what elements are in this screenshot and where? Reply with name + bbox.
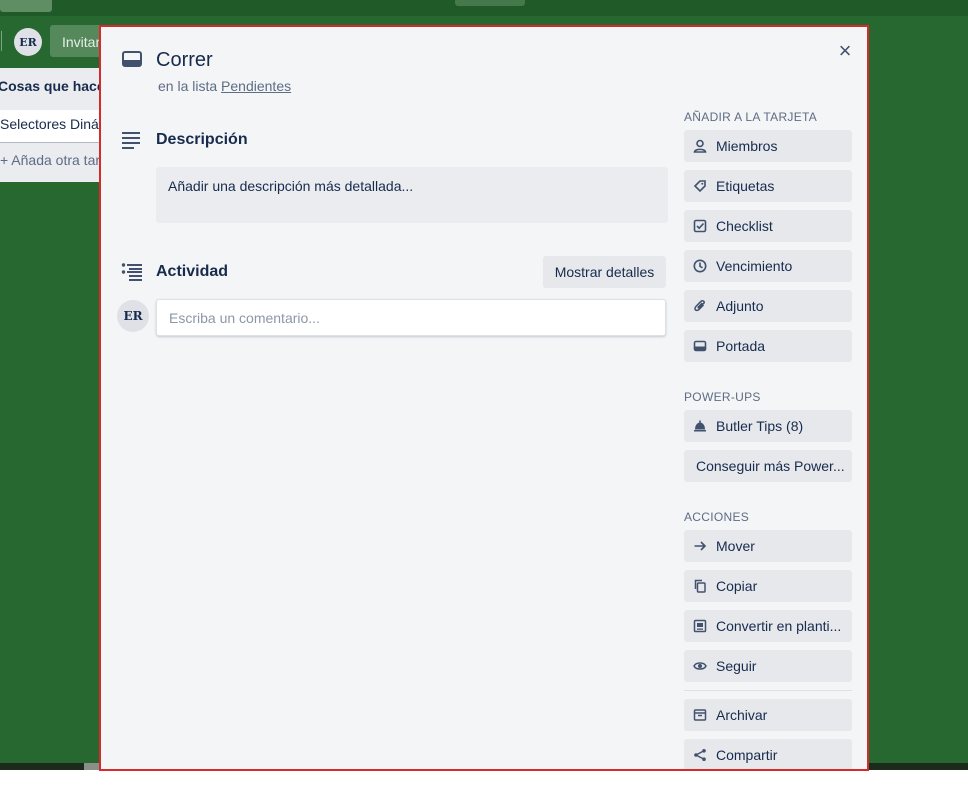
move-label: Mover <box>716 538 755 554</box>
actions-heading: ACCIONES <box>684 510 750 524</box>
search-button[interactable] <box>0 0 52 12</box>
description-heading: Descripción <box>156 131 248 148</box>
get-more-powerups-label: Conseguir más Power... <box>696 458 845 474</box>
share-icon <box>693 748 707 762</box>
checklist-button[interactable]: Checklist <box>684 210 852 242</box>
list-prefix: en la lista <box>158 78 218 94</box>
person-icon <box>693 139 707 153</box>
top-navbar <box>0 0 968 16</box>
tag-icon <box>693 179 707 193</box>
butler-tips-label: Butler Tips (8) <box>716 418 804 434</box>
eye-icon <box>693 659 707 673</box>
template-icon <box>693 619 707 633</box>
due-date-button[interactable]: Vencimiento <box>684 250 852 282</box>
show-details-button[interactable]: Mostrar detalles <box>543 256 666 288</box>
get-more-powerups-button[interactable]: Conseguir más Power... <box>684 450 852 482</box>
add-card-button[interactable]: + Añada otra tarjeta <box>0 152 110 168</box>
attachment-button[interactable]: Adjunto <box>684 290 852 322</box>
arrow-right-icon <box>693 539 707 553</box>
share-button[interactable]: Compartir <box>684 739 852 769</box>
close-button[interactable]: × <box>831 37 859 65</box>
make-template-label: Convertir en planti... <box>716 618 842 634</box>
trello-logo[interactable] <box>455 0 525 6</box>
butler-tips-button[interactable]: Butler Tips (8) <box>684 410 852 442</box>
checklist-label: Checklist <box>716 218 773 234</box>
share-label: Compartir <box>716 747 778 763</box>
board-list: Cosas que hacer Selectores Dinámicos + A… <box>0 68 110 182</box>
header-divider <box>1 31 2 51</box>
archive-label: Archivar <box>716 707 768 723</box>
description-icon <box>122 132 140 149</box>
list-card[interactable]: Selectores Dinámicos <box>0 110 110 142</box>
copy-icon <box>693 579 707 593</box>
comment-input[interactable] <box>156 299 666 336</box>
archive-icon <box>693 708 707 722</box>
list-title[interactable]: Cosas que hacer <box>0 78 110 94</box>
card-list-info: en la lista Pendientes <box>158 78 291 94</box>
checkbox-icon <box>693 219 707 233</box>
avatar[interactable]: ER <box>117 300 149 332</box>
watch-button[interactable]: Seguir <box>684 650 852 682</box>
card-icon <box>122 51 142 67</box>
board-member-avatar[interactable]: ER <box>14 28 42 56</box>
card-title[interactable]: Correr <box>156 49 213 72</box>
card-detail-modal: × Correr en la lista Pendientes Descripc… <box>99 25 869 771</box>
move-button[interactable]: Mover <box>684 530 852 562</box>
powerups-heading: POWER-UPS <box>684 390 761 404</box>
cover-label: Portada <box>716 338 766 354</box>
close-icon: × <box>838 38 852 63</box>
list-name-link[interactable]: Pendientes <box>221 78 291 94</box>
attachment-label: Adjunto <box>716 298 764 314</box>
bell-icon <box>693 419 707 433</box>
cover-button[interactable]: Portada <box>684 330 852 362</box>
paperclip-icon <box>693 299 707 313</box>
clock-icon <box>693 259 707 273</box>
copy-label: Copiar <box>716 578 758 594</box>
labels-label: Etiquetas <box>716 178 775 194</box>
labels-button[interactable]: Etiquetas <box>684 170 852 202</box>
actions-divider <box>684 690 852 691</box>
cover-icon <box>693 339 707 353</box>
activity-icon <box>121 263 142 281</box>
due-date-label: Vencimiento <box>716 258 793 274</box>
members-label: Miembros <box>716 138 778 154</box>
watch-label: Seguir <box>716 658 757 674</box>
members-button[interactable]: Miembros <box>684 130 852 162</box>
copy-button[interactable]: Copiar <box>684 570 852 602</box>
activity-heading: Actividad <box>156 263 229 280</box>
add-to-card-heading: AÑADIR A LA TARJETA <box>684 110 818 124</box>
archive-button[interactable]: Archivar <box>684 699 852 731</box>
description-field[interactable]: Añadir una descripción más detallada... <box>156 167 668 223</box>
make-template-button[interactable]: Convertir en planti... <box>684 610 852 642</box>
